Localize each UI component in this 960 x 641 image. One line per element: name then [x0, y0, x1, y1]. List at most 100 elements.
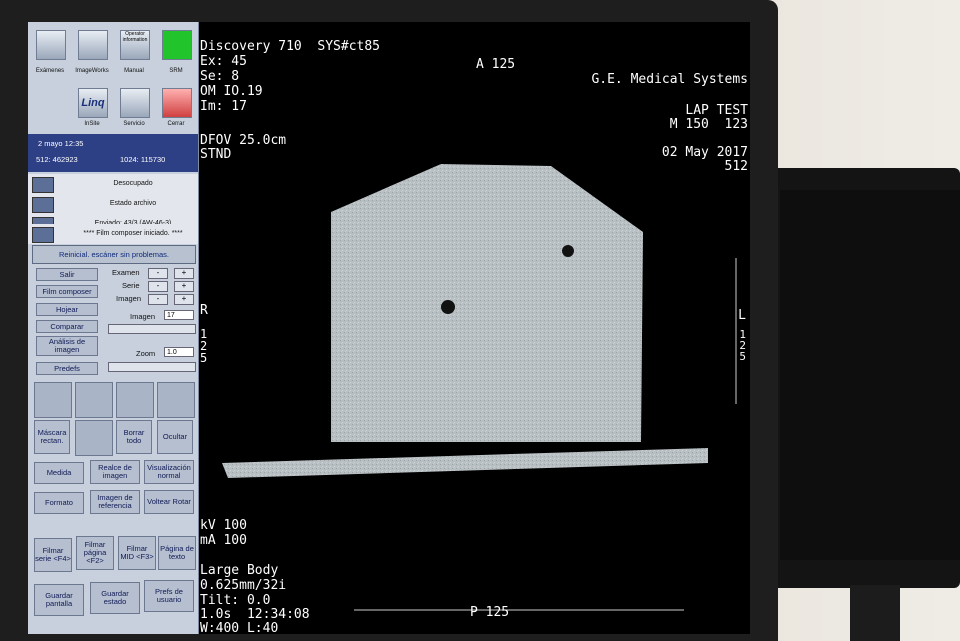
ct-workstation-screen: Exámenes ImageWorks Operator information… [28, 22, 750, 634]
exam-number: Ex: 45 [200, 54, 247, 69]
image-viewport[interactable]: Discovery 710 SYS#ct85 Ex: 45 Se: 8 OM I… [198, 22, 750, 635]
disk-512: 512: 462923 [36, 155, 78, 164]
voltear-rotar-button[interactable]: Voltear Rotar [144, 490, 194, 514]
mascara-button[interactable]: Máscara rectan. [34, 420, 70, 454]
realce-imagen-button[interactable]: Realce de imagen [90, 460, 140, 484]
study-date: 02 May 2017 [661, 145, 748, 160]
matrix-size: 512 [724, 159, 748, 174]
control-panel: Exámenes ImageWorks Operator information… [28, 22, 199, 634]
angle-tool-icon[interactable] [157, 382, 195, 418]
rotate-tool-icon[interactable] [75, 382, 113, 418]
ma-value: mA 100 [200, 533, 247, 548]
recon-kernel: STND [200, 147, 232, 162]
imagen-slider[interactable] [108, 324, 196, 334]
patient-table [222, 448, 708, 478]
analisis-imagen-button[interactable]: Análisis de imagen [36, 336, 98, 356]
prefs-usuario-button[interactable]: Prefs de usuario [144, 580, 194, 612]
film-composer-button[interactable]: Film composer [36, 285, 98, 298]
imageworks-icon[interactable] [78, 30, 108, 60]
examenes-label: Exámenes [35, 68, 65, 74]
image-number: Im: 17 [200, 99, 247, 114]
manual-label: Manual [124, 68, 144, 74]
reset-scanner-button[interactable]: Reinicial. escáner sin problemas. [32, 245, 196, 264]
insite-logo[interactable]: Linq [78, 88, 108, 118]
status-desocupado: Desocupado [113, 180, 153, 187]
info-bar: 2 mayo 12:35 512: 462923 1024: 115730 [28, 134, 198, 172]
film-icon [32, 227, 54, 243]
imagen-minus-button[interactable]: - [148, 294, 168, 305]
medida-button[interactable]: Medida [34, 462, 84, 484]
imagen-plus-button[interactable]: + [174, 294, 194, 305]
disk-1024: 1024: 115730 [120, 155, 166, 164]
window-level: W:400 L:40 [200, 621, 279, 635]
comparar-button[interactable]: Comparar [36, 320, 98, 333]
serie-plus-button[interactable]: + [174, 281, 194, 292]
series-number: Se: 8 [200, 69, 240, 84]
anterior-marker: A 125 [476, 57, 516, 72]
main-monitor-bezel: Exámenes ImageWorks Operator information… [0, 0, 778, 641]
examen-plus-button[interactable]: + [174, 268, 194, 279]
srm-button[interactable] [162, 30, 192, 60]
operator-info-icon[interactable]: Operator information [120, 30, 150, 60]
m-value: M 150 123 [669, 117, 748, 132]
salir-button[interactable]: Salir [36, 268, 98, 281]
phantom [331, 164, 643, 442]
phantom-insert-right [562, 245, 574, 257]
left-orientation-marker: L [738, 308, 746, 323]
left-scale-label: 1 2 5 [200, 327, 208, 365]
slice-thickness: 0.625mm/32i [200, 578, 287, 593]
power-icon[interactable] [162, 88, 192, 118]
tilt-value: Tilt: 0.0 [200, 593, 271, 608]
om-value: OM IO.19 [200, 84, 263, 99]
imagen-number-field[interactable]: 17 [164, 310, 194, 320]
examen-label: Examen [112, 268, 140, 277]
predefs-button[interactable]: Predefs [36, 362, 98, 375]
imagen-field-label: Imagen [130, 312, 156, 321]
posterior-marker: P 125 [470, 605, 510, 620]
filmar-serie-button[interactable]: Filmar serie <F4> [34, 538, 72, 572]
scan-fov: Large Body [200, 563, 279, 578]
guardar-pantalla-button[interactable]: Guardar pantalla [34, 584, 84, 616]
serie-label: Serie [122, 281, 140, 290]
insite-label: InSite [84, 121, 100, 127]
borrar-todo-button[interactable]: Borrar todo [116, 420, 152, 454]
scanner-model: Discovery 710 SYS#ct85 [200, 39, 381, 54]
filmar-mid-button[interactable]: Filmar MID <F3> [118, 536, 156, 570]
dfov: DFOV 25.0cm [200, 133, 287, 148]
examen-minus-button[interactable]: - [148, 268, 168, 279]
imagen-referencia-button[interactable]: Imagen de referencia [90, 490, 140, 514]
status-film-composer: **** Film composer iniciado. **** [83, 230, 183, 237]
right-orientation-marker: R [200, 303, 208, 318]
roi-tool-icon[interactable] [34, 382, 72, 418]
hojear-button[interactable]: Hojear [36, 303, 98, 316]
status-scanner: Desocupado [28, 174, 198, 194]
servicio-label: Servicio [123, 121, 145, 127]
phantom-insert-center [441, 300, 455, 314]
kv-value: kV 100 [200, 518, 247, 533]
scanner-icon [32, 177, 54, 193]
serie-minus-button[interactable]: - [148, 281, 168, 292]
guardar-estado-button[interactable]: Guardar estado [90, 582, 140, 614]
filmar-pagina-button[interactable]: Filmar página <F2> [76, 536, 114, 570]
srm-label: SRM [169, 68, 183, 74]
status-film: **** Film composer iniciado. **** [28, 224, 198, 244]
ct-slice-image [222, 164, 737, 611]
zoom-slider[interactable] [108, 362, 196, 372]
right-scale-label: 1 2 5 [739, 328, 746, 363]
patient-name: LAP TEST [685, 103, 748, 118]
cerrar-label: Cerrar [167, 121, 185, 127]
ocultar-button[interactable]: Ocultar [157, 420, 193, 454]
measure-tool-icon[interactable] [116, 382, 154, 418]
service-icon[interactable] [120, 88, 150, 118]
examenes-icon[interactable] [36, 30, 66, 60]
zoom-field[interactable]: 1.0 [164, 347, 194, 357]
secondary-monitor-stand [850, 585, 900, 641]
grid-icon[interactable] [75, 420, 113, 456]
vendor-name: G.E. Medical Systems [591, 72, 748, 87]
zoom-label: Zoom [136, 349, 156, 358]
imagen-label: Imagen [116, 294, 142, 303]
secondary-monitor-screen [780, 190, 960, 560]
formato-button[interactable]: Formato [34, 492, 84, 514]
pagina-texto-button[interactable]: Página de texto [158, 536, 196, 570]
visualizacion-normal-button[interactable]: Visualización normal [144, 460, 194, 484]
